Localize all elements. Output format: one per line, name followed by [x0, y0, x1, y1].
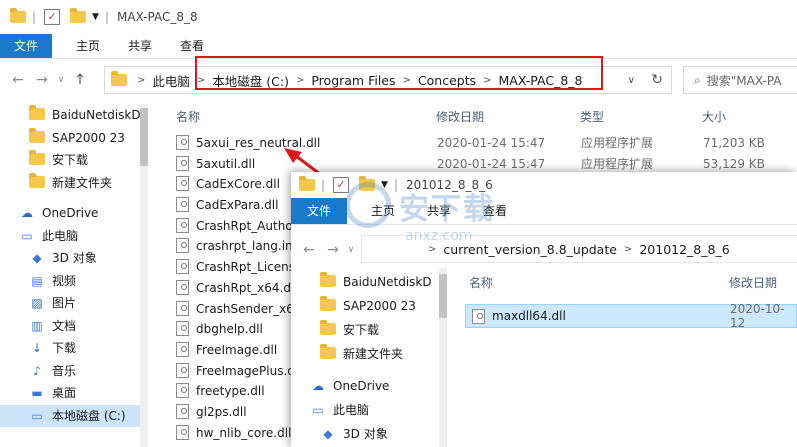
watermark-logo-icon — [345, 182, 391, 228]
cube-icon: ◆ — [323, 427, 333, 441]
folder-glyph — [320, 296, 336, 311]
second-sidebar-item[interactable]: BaiduNetdiskD — [291, 270, 439, 294]
second-sidebar-item[interactable]: 新建文件夹 — [291, 342, 439, 366]
maxdll64-file-row[interactable]: maxdll64.dll 2020-10-12 — [465, 302, 797, 330]
second-sidebar-item[interactable]: ☁ OneDrive — [291, 374, 439, 398]
second-column-headers: 名称 修改日期 — [461, 274, 797, 296]
folder-icon — [299, 176, 315, 191]
watermark: 安下载 anxz.com — [345, 178, 515, 258]
file-name: maxdll64.dll — [492, 309, 566, 323]
breadcrumb-separator: > — [623, 243, 633, 255]
back-icon[interactable]: ← — [297, 242, 321, 258]
folder-glyph — [320, 320, 336, 335]
folder-glyph — [320, 344, 336, 359]
second-sidebar-item[interactable]: ◆ 3D 对象 — [291, 422, 439, 446]
dll-file-icon — [472, 308, 485, 324]
second-sidebar: BaiduNetdiskD SAP2000 23 安下载新建文件夹 ☁ OneDrive… — [291, 270, 439, 447]
second-sidebar-scroll-thumb[interactable] — [439, 274, 447, 318]
breadcrumb-201012[interactable]: 201012_8_8_6 — [639, 242, 729, 257]
second-sidebar-item[interactable]: 安下载 — [291, 318, 439, 342]
watermark-sub: anxz.com — [405, 228, 473, 244]
column-name[interactable]: 名称 — [469, 274, 493, 291]
second-sidebar-item-label: BaiduNetdiskD — [343, 275, 432, 289]
folder-icon — [319, 270, 337, 294]
folder-glyph — [320, 272, 336, 287]
cloud-icon: ☁ — [312, 379, 324, 393]
computer-icon: ▭ — [312, 403, 324, 417]
second-sidebar-item[interactable]: ▭ 此电脑 — [291, 398, 439, 422]
folder-icon — [319, 342, 337, 366]
second-sidebar-scrollbar[interactable] — [439, 268, 447, 447]
folder-icon — [319, 318, 337, 342]
arrow-head-main — [284, 148, 302, 163]
second-sidebar-item-label: 新建文件夹 — [343, 347, 404, 361]
watermark-text: 安下载 — [399, 192, 495, 227]
second-sidebar-item-label: 此电脑 — [333, 403, 370, 417]
second-sidebar-item[interactable]: SAP2000 23 — [291, 294, 439, 318]
second-sidebar-item-label: 3D 对象 — [343, 427, 388, 441]
tab-file[interactable]: 文件 — [291, 198, 348, 224]
column-date[interactable]: 修改日期 — [729, 274, 777, 291]
forward-icon[interactable]: → — [321, 242, 345, 258]
file-date: 2020-10-12 — [730, 302, 785, 330]
second-sidebar-item-label: OneDrive — [333, 379, 390, 393]
second-sidebar-item-label: SAP2000 23 — [343, 299, 416, 313]
folder-icon — [319, 294, 337, 318]
second-sidebar-item-label: 安下载 — [343, 323, 380, 337]
